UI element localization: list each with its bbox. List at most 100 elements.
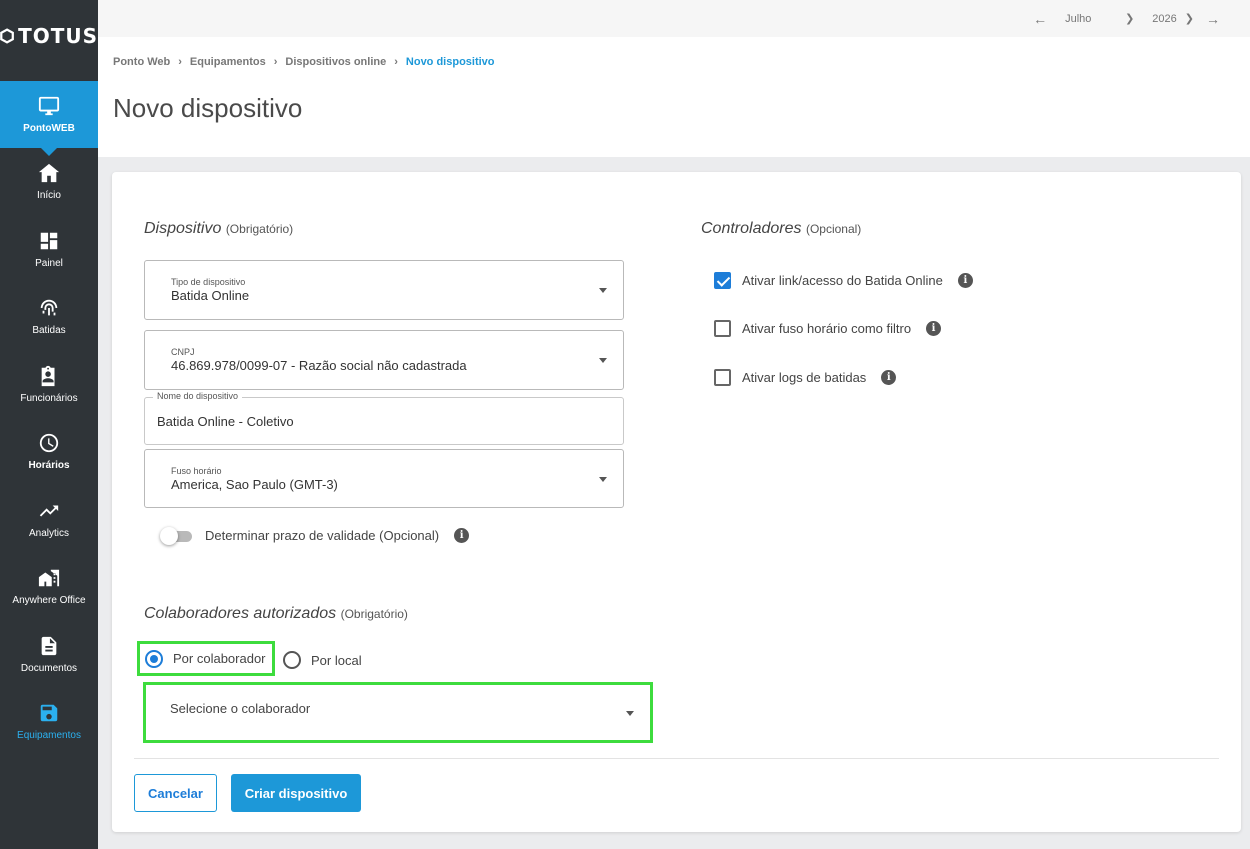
- collaborators-section-title: Colaboradores autorizados (Obrigatório): [144, 605, 408, 623]
- info-icon[interactable]: i: [881, 370, 897, 385]
- field-label: Fuso horário: [171, 466, 222, 476]
- brand-logo: TOTUS: [0, 0, 98, 72]
- breadcrumb-separator: ›: [273, 56, 278, 68]
- monitor-icon: [38, 96, 60, 116]
- sidebar-item-inicio[interactable]: Início: [0, 148, 98, 216]
- trending-icon: [39, 505, 59, 517]
- validity-toggle-label: Determinar prazo de validade (Opcional): [205, 528, 440, 543]
- checkbox[interactable]: [714, 320, 731, 337]
- info-icon[interactable]: i: [454, 528, 470, 543]
- cnpj-select[interactable]: CNPJ 46.869.978/0099-07 - Razão social n…: [144, 330, 624, 390]
- sidebar-item-label: PontoWEB: [23, 123, 75, 134]
- timezone-select[interactable]: Fuso horário America, Sao Paulo (GMT-3): [144, 449, 624, 508]
- caret-down-icon: [599, 288, 607, 293]
- month-select[interactable]: Julho: [1065, 13, 1125, 25]
- badge-icon: [41, 365, 55, 386]
- sidebar-item-batidas[interactable]: Batidas: [0, 283, 98, 351]
- section-title-text: Controladores: [701, 220, 802, 237]
- sidebar-item-equipamentos[interactable]: Equipamentos: [0, 688, 98, 756]
- sidebar-item-documentos[interactable]: Documentos: [0, 621, 98, 689]
- sidebar-item-painel[interactable]: Painel: [0, 216, 98, 284]
- breadcrumb-item[interactable]: Dispositivos online: [285, 56, 386, 68]
- field-label: Nome do dispositivo: [153, 391, 243, 401]
- device-icon: [40, 705, 58, 722]
- chevron-down-icon[interactable]: ❯: [1185, 12, 1194, 25]
- checkbox[interactable]: [714, 369, 731, 386]
- sidebar-item-analytics[interactable]: Analytics: [0, 486, 98, 554]
- totus-logo-icon: [0, 28, 14, 44]
- form-card: Dispositivo (Obrigatório) Tipo de dispos…: [112, 172, 1241, 832]
- breadcrumb-separator: ›: [394, 56, 398, 68]
- sidebar-item-pontoweb[interactable]: PontoWEB: [0, 81, 98, 156]
- controller-option-punch-logs: Ativar logs de batidas i: [714, 369, 897, 386]
- radio-label: Por local: [311, 652, 362, 668]
- top-bar: ← Julho ❯ 2026 ❯ →: [98, 0, 1250, 37]
- field-value: 46.869.978/0099-07 - Razão social não ca…: [171, 358, 467, 373]
- dashboard-icon: [40, 232, 58, 249]
- sidebar-item-label: Painel: [35, 257, 63, 269]
- cancel-button[interactable]: Cancelar: [134, 774, 217, 812]
- sidebar-item-label: Documentos: [20, 662, 78, 674]
- brand-name: TOTUS: [18, 24, 98, 48]
- section-qualifier: (Opcional): [805, 222, 862, 236]
- field-value: Batida Online - Coletivo: [157, 414, 294, 429]
- checkbox-label: Ativar link/acesso do Batida Online: [742, 273, 943, 288]
- breadcrumb: Ponto Web › Equipamentos › Dispositivos …: [113, 56, 495, 68]
- fingerprint-icon: [40, 300, 58, 316]
- sidebar-item-funcionarios[interactable]: Funcionários: [0, 351, 98, 419]
- section-title-text: Dispositivo: [144, 220, 222, 237]
- caret-down-icon: [599, 476, 607, 482]
- radio-button: [283, 651, 301, 669]
- arrow-left-icon[interactable]: ←: [1033, 11, 1047, 27]
- period-selector: ← Julho ❯ 2026 ❯ →: [1033, 0, 1220, 37]
- checkbox[interactable]: [714, 272, 731, 289]
- breadcrumb-item[interactable]: Ponto Web: [113, 56, 170, 68]
- year-select[interactable]: 2026: [1152, 13, 1176, 25]
- sidebar-item-label: Início: [37, 190, 61, 202]
- chevron-down-icon[interactable]: ❯: [1125, 12, 1134, 25]
- radio-label: Por colaborador: [173, 651, 266, 666]
- device-section-title: Dispositivo (Obrigatório): [144, 220, 293, 238]
- page-title: Novo dispositivo: [113, 93, 303, 123]
- sidebar: TOTUS PontoWEB Início Painel Batidas Fun…: [0, 0, 98, 849]
- collaborator-select[interactable]: Selecione o colaborador: [143, 682, 653, 743]
- section-qualifier: (Obrigatório): [225, 222, 294, 236]
- device-type-select[interactable]: Tipo de dispositivo Batida Online: [144, 260, 624, 320]
- caret-down-icon: [626, 710, 634, 716]
- radio-by-location[interactable]: Por local: [283, 651, 362, 669]
- create-device-button[interactable]: Criar dispositivo: [231, 774, 361, 812]
- device-name-input[interactable]: Nome do dispositivo Batida Online - Cole…: [144, 391, 624, 445]
- field-label: Tipo de dispositivo: [171, 277, 246, 287]
- checkbox-label: Ativar logs de batidas: [742, 370, 867, 385]
- field-value: America, Sao Paulo (GMT-3): [171, 477, 338, 492]
- controller-option-timezone-filter: Ativar fuso horário como filtro i: [714, 320, 942, 337]
- breadcrumb-current: Novo dispositivo: [405, 56, 495, 68]
- breadcrumb-separator: ›: [178, 56, 182, 68]
- field-label: CNPJ: [171, 347, 195, 357]
- toggle-knob: [160, 526, 178, 545]
- sidebar-item-anywhere-office[interactable]: Anywhere Office: [0, 553, 98, 621]
- sidebar-item-label: Analytics: [28, 527, 69, 539]
- breadcrumb-item[interactable]: Equipamentos: [190, 56, 266, 68]
- sidebar-item-label: Batidas: [32, 325, 66, 337]
- info-icon[interactable]: i: [957, 273, 973, 288]
- caret-down-icon: [599, 358, 607, 363]
- clock-icon: [39, 434, 59, 453]
- select-placeholder: Selecione o colaborador: [170, 701, 311, 716]
- arrow-right-icon[interactable]: →: [1206, 11, 1220, 27]
- section-qualifier: (Obrigatório): [340, 607, 408, 621]
- sidebar-item-label: Horários: [28, 460, 70, 472]
- document-icon: [41, 636, 57, 655]
- sidebar-item-horarios[interactable]: Horários: [0, 418, 98, 486]
- sidebar-item-label: Funcionários: [20, 392, 78, 404]
- checkbox-label: Ativar fuso horário como filtro: [742, 321, 912, 336]
- validity-toggle[interactable]: [160, 526, 192, 545]
- radio-by-collaborator[interactable]: Por colaborador: [137, 641, 275, 676]
- sidebar-item-label: Equipamentos: [17, 730, 81, 742]
- sidebar-item-label: Anywhere Office: [12, 595, 86, 607]
- radio-button: [145, 649, 163, 668]
- home-icon: [38, 164, 60, 183]
- validity-toggle-row: Determinar prazo de validade (Opcional) …: [160, 526, 470, 545]
- info-icon[interactable]: i: [926, 321, 942, 336]
- divider: [134, 758, 1219, 759]
